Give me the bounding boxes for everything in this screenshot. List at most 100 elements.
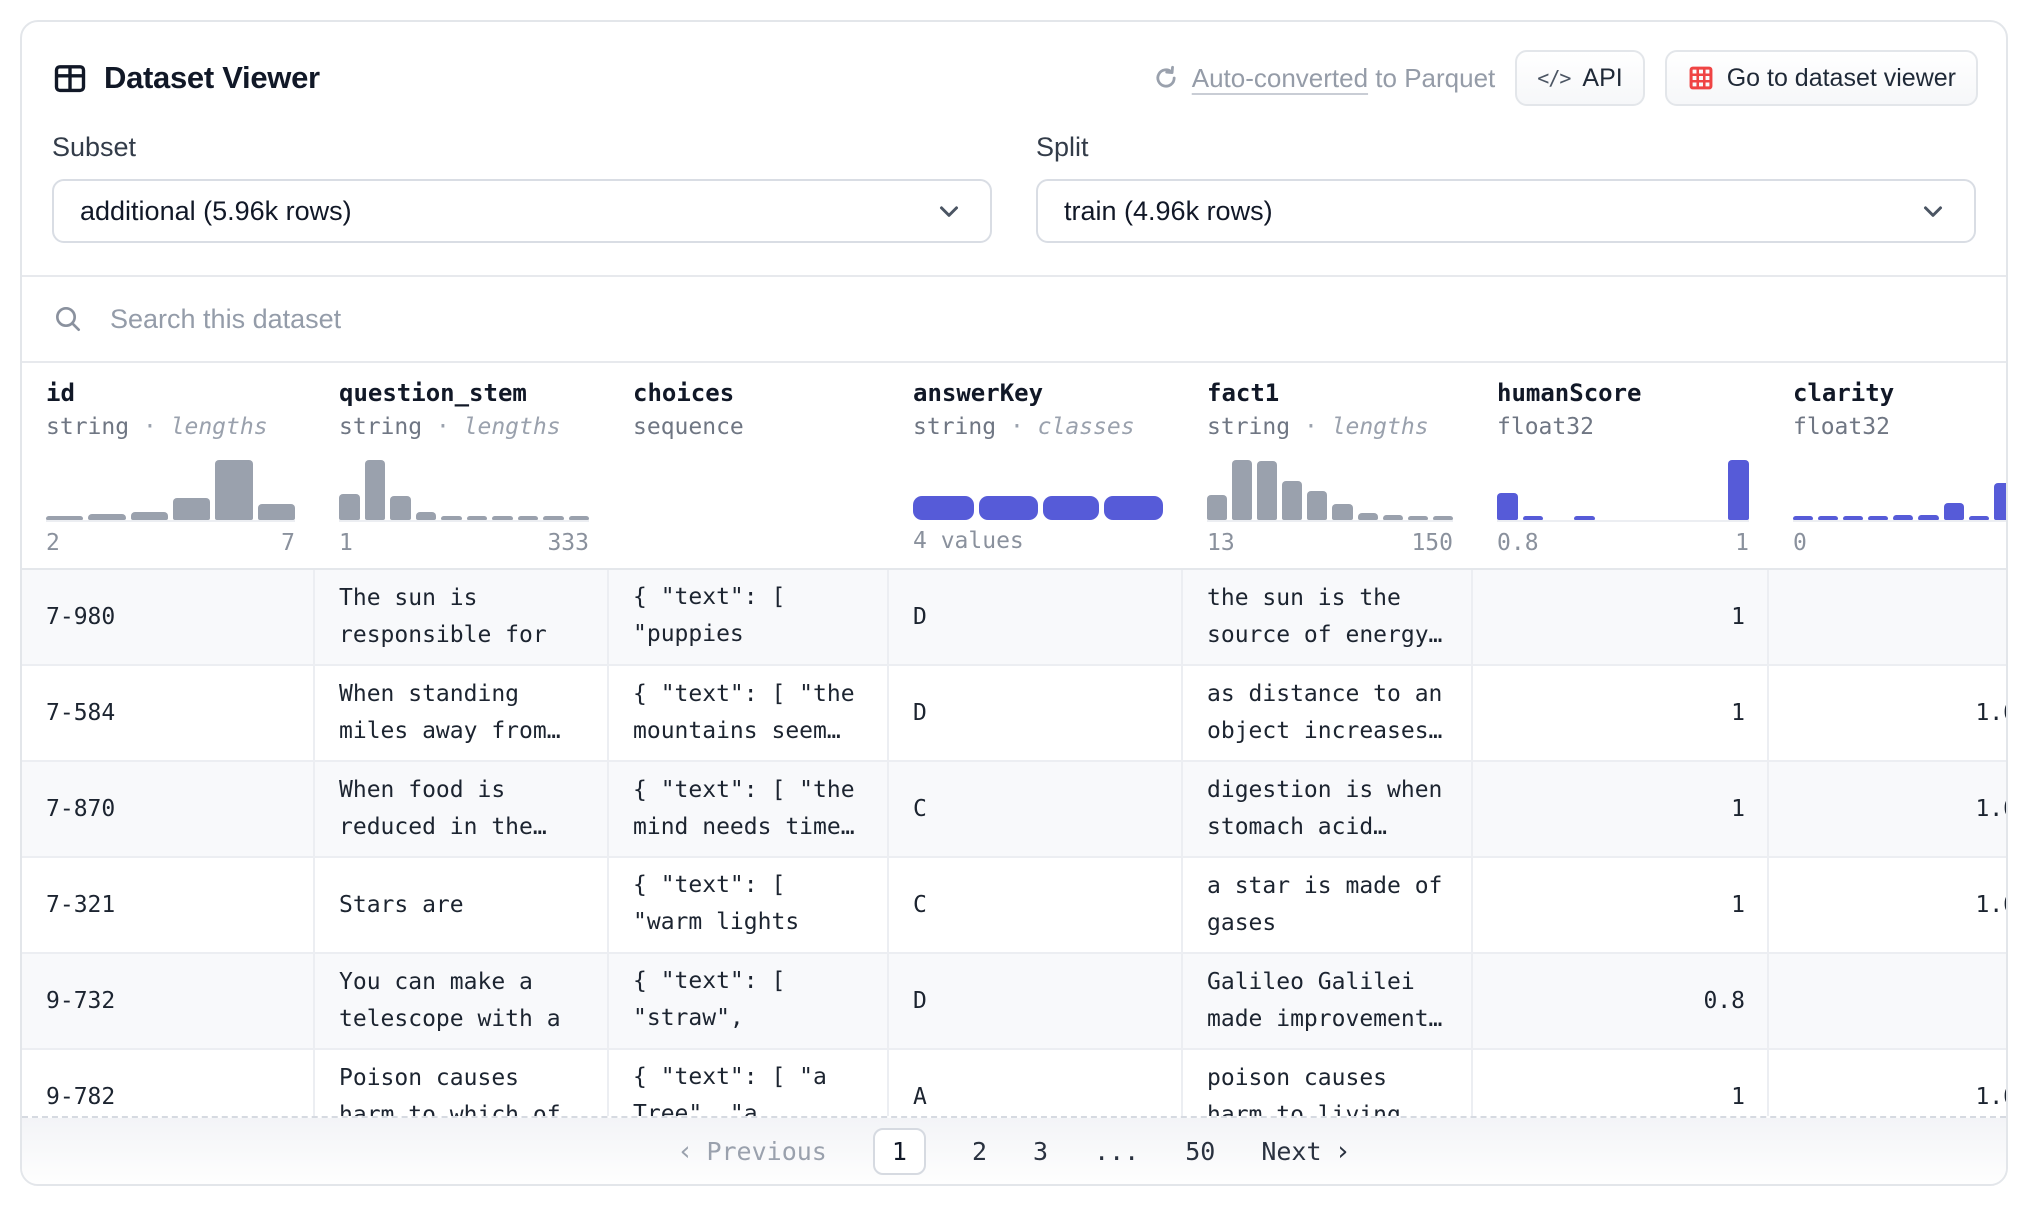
cell-choices[interactable]: { "text": [ "warm lights that… — [609, 858, 889, 952]
auto-converted-link[interactable]: Auto-converted to Parquet — [1152, 63, 1496, 94]
page-button-...[interactable]: ... — [1094, 1137, 1139, 1166]
cell-clarity[interactable]: 1.0 — [1769, 762, 2006, 856]
split-select[interactable]: train (4.96k rows) — [1036, 179, 1976, 243]
cell-question_stem[interactable]: When standing miles away from… — [315, 666, 609, 760]
column-dtype: float32 — [1497, 414, 1594, 440]
cell-fact1[interactable]: poison causes harm to living… — [1183, 1050, 1473, 1116]
previous-page-button[interactable]: ‹Previous — [680, 1136, 827, 1167]
cell-question_stem[interactable]: Poison causes harm to which of… — [315, 1050, 609, 1116]
histogram-bar — [1843, 516, 1863, 520]
cell-choices[interactable]: { "text": [ "puppies learnin… — [609, 570, 889, 664]
cell-clarity[interactable]: 1.0 — [1769, 1050, 2006, 1116]
column-dtype: sequence — [633, 414, 744, 440]
column-header-answerKey[interactable]: answerKeystring · classes4 values — [889, 363, 1183, 568]
histogram-bar — [1307, 491, 1327, 520]
cell-question_stem[interactable]: You can make a telescope with a — [315, 954, 609, 1048]
search-input[interactable] — [108, 303, 1976, 336]
cell-clarity[interactable]: 1.0 — [1769, 858, 2006, 952]
histogram-bar — [1408, 516, 1428, 520]
cell-clarity[interactable]: 1.0 — [1769, 666, 2006, 760]
cell-id[interactable]: 7-584 — [22, 666, 315, 760]
cell-answerKey[interactable]: C — [889, 762, 1183, 856]
cell-answerKey[interactable]: C — [889, 858, 1183, 952]
cell-id[interactable]: 9-732 — [22, 954, 315, 1048]
column-type: string · classes — [913, 414, 1163, 440]
histogram-max: 150 — [1411, 530, 1453, 556]
next-page-button[interactable]: Next› — [1261, 1136, 1348, 1167]
subset-select[interactable]: additional (5.96k rows) — [52, 179, 992, 243]
column-header-question_stem[interactable]: question_stemstring · lengths1333 — [315, 363, 609, 568]
cell-id[interactable]: 7-321 — [22, 858, 315, 952]
histogram[interactable] — [1793, 458, 2006, 522]
cell-id[interactable]: 9-782 — [22, 1050, 315, 1116]
histogram-bar — [1497, 493, 1518, 520]
histogram-bar — [46, 516, 83, 520]
histogram-bar — [1358, 513, 1378, 520]
histogram[interactable] — [339, 458, 589, 522]
cell-choices[interactable]: { "text": [ "a Tree", "a robot"… — [609, 1050, 889, 1116]
histogram-range: 0 — [1793, 530, 2006, 556]
cell-humanScore[interactable]: 1 — [1473, 666, 1769, 760]
cell-fact1[interactable]: a star is made of gases — [1183, 858, 1473, 952]
column-dtype: float32 — [1793, 414, 1890, 440]
cell-question_stem[interactable]: When food is reduced in the… — [315, 762, 609, 856]
histogram-bar — [1232, 460, 1252, 520]
column-header-choices[interactable]: choicessequence — [609, 363, 889, 568]
cell-fact1[interactable]: as distance to an object increases… — [1183, 666, 1473, 760]
histogram-max: 333 — [547, 530, 589, 556]
page-button-1[interactable]: 1 — [873, 1128, 926, 1175]
histogram-bar — [173, 498, 210, 520]
cell-humanScore[interactable]: 0.8 — [1473, 954, 1769, 1048]
cell-humanScore[interactable]: 1 — [1473, 858, 1769, 952]
column-header-id[interactable]: idstring · lengths27 — [22, 363, 315, 568]
cell-choices[interactable]: { "text": [ "the mountains seem… — [609, 666, 889, 760]
cell-choices[interactable]: { "text": [ "straw", "Glass"… — [609, 954, 889, 1048]
column-name: id — [46, 379, 295, 407]
cell-clarity[interactable] — [1769, 570, 2006, 664]
histogram-bar — [1433, 516, 1453, 520]
cell-answerKey[interactable]: D — [889, 570, 1183, 664]
cell-humanScore[interactable]: 1 — [1473, 570, 1769, 664]
cell-answerKey[interactable]: D — [889, 666, 1183, 760]
class-segment — [1043, 496, 1099, 520]
page-button-2[interactable]: 2 — [972, 1137, 987, 1166]
class-segment — [1104, 496, 1163, 520]
column-header-humanScore[interactable]: humanScorefloat320.81 — [1473, 363, 1769, 568]
cell-id[interactable]: 7-980 — [22, 570, 315, 664]
page-button-50[interactable]: 50 — [1185, 1137, 1215, 1166]
goto-dataset-viewer-button[interactable]: Go to dataset viewer — [1665, 50, 1978, 106]
cell-answerKey[interactable]: A — [889, 1050, 1183, 1116]
histogram[interactable] — [1497, 458, 1749, 522]
column-dtype: string — [1207, 414, 1290, 440]
dataset-viewer-card: Dataset Viewer Auto-converted to Parquet… — [20, 20, 2008, 1186]
cell-question_stem[interactable]: Stars are — [315, 858, 609, 952]
grid-icon — [1687, 64, 1715, 92]
column-name: clarity — [1793, 379, 2006, 407]
histogram-bar — [518, 516, 539, 520]
cell-humanScore[interactable]: 1 — [1473, 762, 1769, 856]
api-button[interactable]: </> API — [1515, 50, 1644, 106]
cell-clarity[interactable] — [1769, 954, 2006, 1048]
histogram-bar — [1383, 515, 1403, 520]
cell-fact1[interactable]: digestion is when stomach acid… — [1183, 762, 1473, 856]
cell-choices[interactable]: { "text": [ "the mind needs time… — [609, 762, 889, 856]
class-distribution-bar[interactable] — [913, 458, 1163, 520]
page-button-3[interactable]: 3 — [1033, 1137, 1048, 1166]
histogram[interactable] — [46, 458, 295, 522]
column-type: sequence — [633, 414, 869, 440]
column-header-clarity[interactable]: clarity float32 0 — [1769, 363, 2006, 568]
header-actions: Auto-converted to Parquet </> API Go to … — [1152, 50, 1978, 106]
cell-answerKey[interactable]: D — [889, 954, 1183, 1048]
class-segment — [913, 496, 974, 520]
histogram[interactable] — [1207, 458, 1453, 522]
cell-humanScore[interactable]: 1 — [1473, 1050, 1769, 1116]
column-header-fact1[interactable]: fact1string · lengths13150 — [1183, 363, 1473, 568]
cell-id[interactable]: 7-870 — [22, 762, 315, 856]
column-type: string · lengths — [46, 414, 295, 440]
cell-question_stem[interactable]: The sun is responsible for — [315, 570, 609, 664]
cell-fact1[interactable]: the sun is the source of energy… — [1183, 570, 1473, 664]
histogram-range: 13150 — [1207, 530, 1453, 556]
histogram-max: 7 — [281, 530, 295, 556]
table-footer: ‹Previous 1 2 3... 50 Next› — [22, 1116, 2006, 1184]
cell-fact1[interactable]: Galileo Galilei made improvement… — [1183, 954, 1473, 1048]
